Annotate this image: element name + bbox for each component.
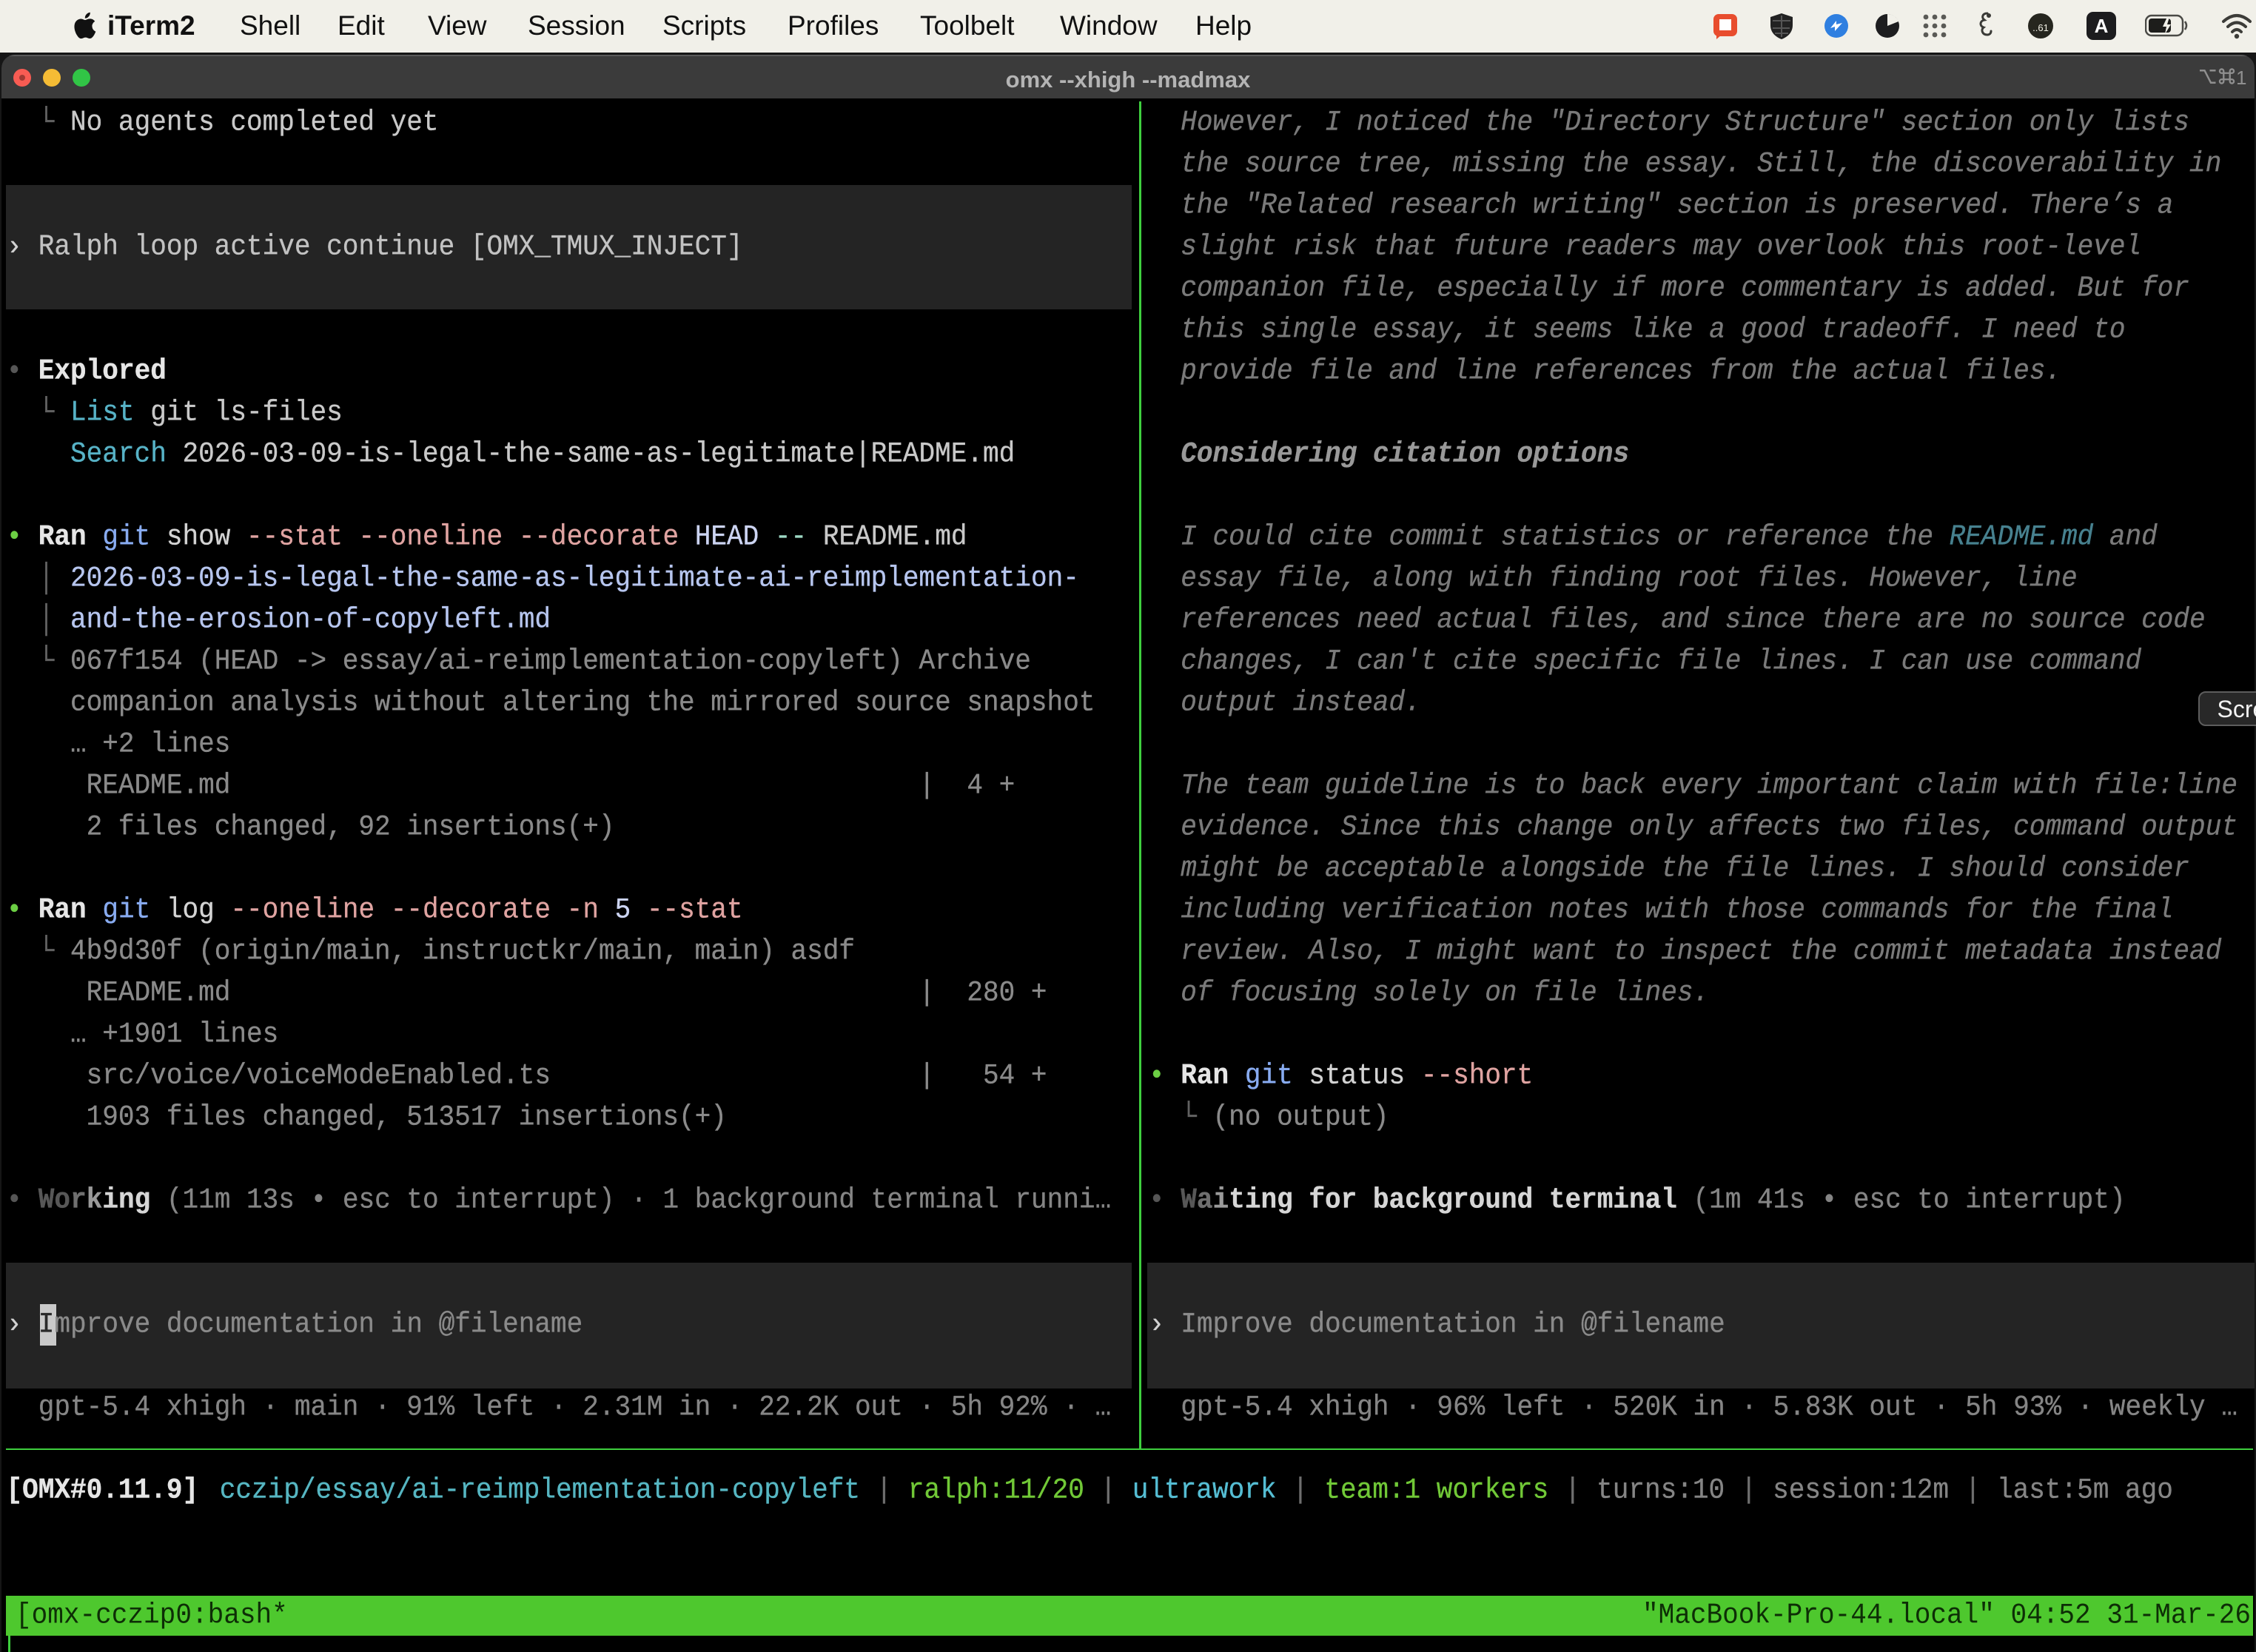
svg-text:A: A — [2095, 15, 2109, 37]
svg-text:..61: ..61 — [2032, 22, 2049, 33]
